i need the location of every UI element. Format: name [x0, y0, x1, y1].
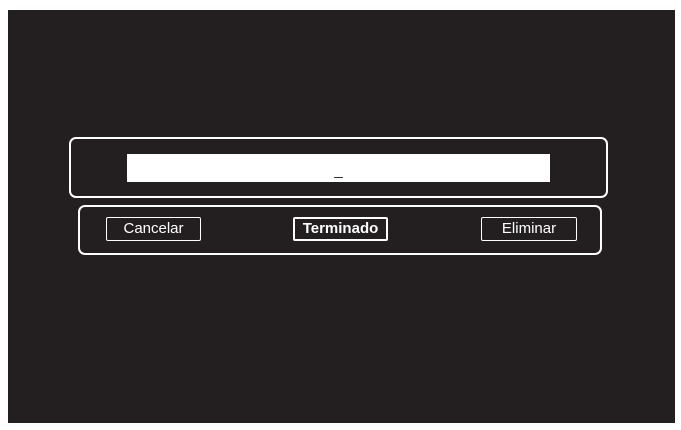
delete-button[interactable]: Eliminar	[481, 217, 577, 241]
done-button[interactable]: Terminado	[293, 217, 388, 241]
cancel-button[interactable]: Cancelar	[106, 217, 201, 241]
text-input-field[interactable]: _	[127, 154, 550, 182]
